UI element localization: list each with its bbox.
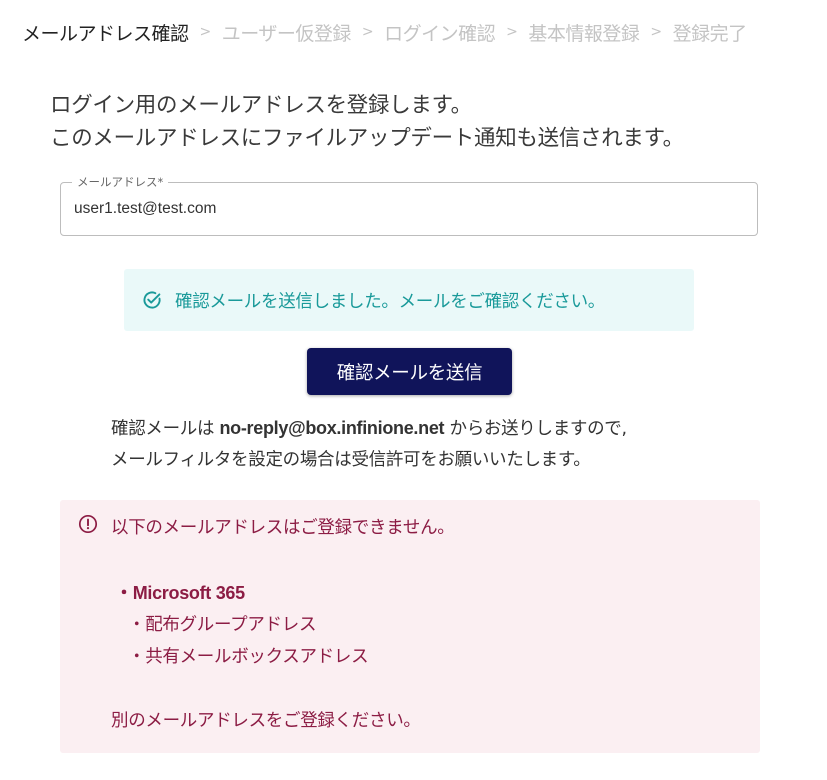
warning-subitem-shared-mailbox: ・共有メールボックスアドレス [128, 647, 369, 667]
sender-address: no-reply@box.infinione.net [219, 418, 445, 438]
warning-item-microsoft365: ・Microsoft 365 [115, 583, 245, 603]
registration-stepper: メールアドレス確認 > ユーザー仮登録 > ログイン確認 > 基本情報登録 > … [22, 18, 747, 46]
step-separator-icon: > [361, 24, 374, 40]
send-confirmation-button[interactable]: 確認メールを送信 [307, 348, 512, 395]
step-separator-icon: > [650, 24, 662, 40]
sender-note-line-1: 確認メールは no-reply@box.infinione.net からお送りし… [111, 413, 627, 445]
intro-line-2: このメールアドレスにファイルアップデート通知も送信されます。 [50, 126, 684, 151]
step-complete: 登録完了 [672, 22, 748, 45]
sender-note-suffix: からお送りしますので, [444, 419, 627, 439]
warning-title: 以下のメールアドレスはご登録できません。 [111, 518, 455, 538]
step-separator-icon: > [199, 24, 212, 40]
warning-footer: 別のメールアドレスをご登録ください。 [111, 711, 421, 731]
step-separator-icon: > [506, 24, 518, 40]
warning-subitem-distribution-group: ・配布グループアドレス [128, 615, 317, 635]
success-alert: 確認メールを送信しました。メールをご確認ください。 [124, 269, 694, 331]
sender-note-line-2: メールフィルタを設定の場合は受信許可をお願いいたします。 [111, 450, 591, 470]
step-login-confirm: ログイン確認 [384, 22, 496, 45]
exclamation-circle-icon [78, 514, 98, 534]
step-basic-info: 基本情報登録 [528, 22, 640, 45]
step-email-confirm: メールアドレス確認 [22, 22, 189, 45]
warning-alert: 以下のメールアドレスはご登録できません。 ・Microsoft 365 ・配布グ… [60, 500, 760, 753]
intro-text: ログイン用のメールアドレスを登録します。 このメールアドレスにファイルアップデー… [50, 89, 684, 155]
email-field-label: メールアドレス* [72, 174, 169, 190]
intro-line-1: ログイン用のメールアドレスを登録します。 [50, 93, 472, 118]
email-input[interactable]: user1.test@test.com [74, 200, 216, 218]
email-field[interactable]: メールアドレス* user1.test@test.com [60, 174, 758, 236]
check-circle-icon [142, 290, 162, 310]
success-alert-text: 確認メールを送信しました。メールをご確認ください。 [175, 291, 605, 312]
sender-note-prefix: 確認メールは [111, 419, 220, 439]
sender-note: 確認メールは no-reply@box.infinione.net からお送りし… [111, 413, 627, 476]
step-user-provisional: ユーザー仮登録 [221, 22, 352, 45]
